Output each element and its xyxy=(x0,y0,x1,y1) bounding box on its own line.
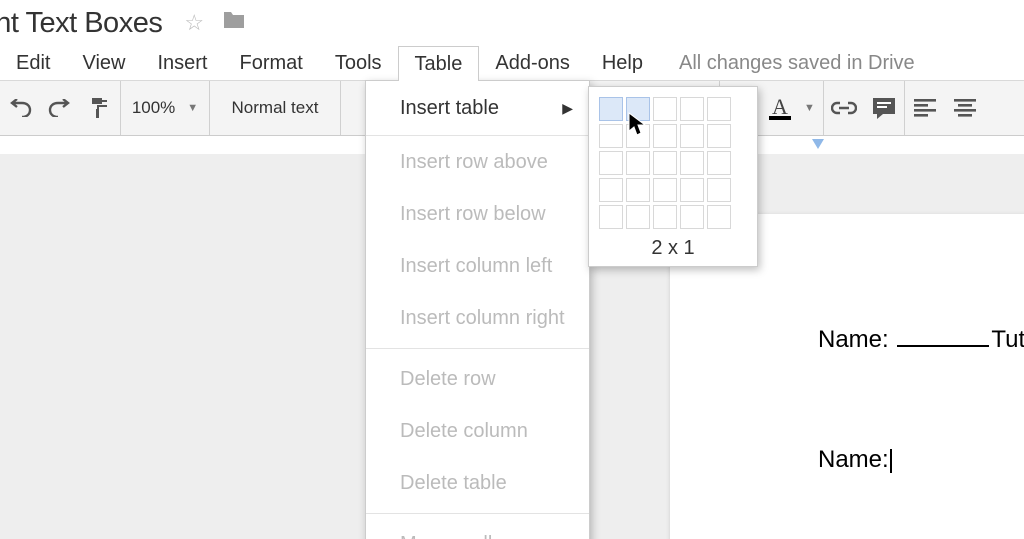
grid-cell[interactable] xyxy=(599,205,623,229)
menu-merge-cells: Merge cells xyxy=(366,518,589,539)
grid-cell[interactable] xyxy=(680,97,704,121)
star-icon[interactable]: ☆ xyxy=(184,10,204,36)
insert-link-button[interactable] xyxy=(824,88,864,128)
toolbar-separator xyxy=(340,81,341,135)
submenu-arrow-icon: ▶ xyxy=(562,100,573,117)
save-status: All changes saved in Drive xyxy=(679,52,915,75)
grid-cell[interactable] xyxy=(653,178,677,202)
grid-cell[interactable] xyxy=(680,151,704,175)
table-size-picker[interactable]: 2 x 1 xyxy=(588,86,758,267)
page-line-1: Name: Tutor xyxy=(818,326,1024,354)
menu-insert-row-below: Insert row below xyxy=(366,188,589,240)
grid-cell[interactable] xyxy=(707,124,731,148)
name-label: Name: xyxy=(818,326,889,353)
menu-delete-column: Delete column xyxy=(366,405,589,457)
menu-insert-col-right: Insert column right xyxy=(366,292,589,344)
menu-format[interactable]: Format xyxy=(224,46,319,80)
menu-tools[interactable]: Tools xyxy=(319,46,398,80)
folder-icon[interactable] xyxy=(222,10,246,36)
menu-insert-table-label: Insert table xyxy=(400,97,499,120)
grid-cell[interactable] xyxy=(626,124,650,148)
menu-separator xyxy=(366,348,589,349)
grid-cell[interactable] xyxy=(653,205,677,229)
title-bar: dent Text Boxes ☆ xyxy=(0,0,1024,46)
tutor-label: Tutor xyxy=(991,326,1024,353)
table-size-label: 2 x 1 xyxy=(599,237,747,260)
grid-cell[interactable] xyxy=(626,151,650,175)
grid-cell[interactable] xyxy=(599,178,623,202)
grid-cell[interactable] xyxy=(626,97,650,121)
grid-cell[interactable] xyxy=(707,151,731,175)
grid-cell[interactable] xyxy=(680,205,704,229)
text-color-button[interactable]: A xyxy=(760,88,800,128)
align-left-button[interactable] xyxy=(905,88,945,128)
menu-table[interactable]: Table xyxy=(398,46,480,81)
chevron-down-icon: ▼ xyxy=(187,102,198,114)
grid-cell[interactable] xyxy=(653,124,677,148)
menu-delete-row: Delete row xyxy=(366,353,589,405)
text-color-glyph: A xyxy=(772,96,788,118)
page-line-2: Name: xyxy=(818,446,892,474)
undo-button[interactable] xyxy=(0,88,40,128)
name-label-2: Name: xyxy=(818,446,889,473)
menu-addons[interactable]: Add-ons xyxy=(479,46,586,80)
indent-marker-icon[interactable] xyxy=(812,139,824,149)
table-size-grid[interactable] xyxy=(599,97,747,229)
grid-cell[interactable] xyxy=(653,97,677,121)
zoom-select[interactable]: 100% ▼ xyxy=(121,98,209,118)
menu-delete-table: Delete table xyxy=(366,457,589,509)
grid-cell[interactable] xyxy=(680,178,704,202)
grid-cell[interactable] xyxy=(680,124,704,148)
blank-line xyxy=(897,345,989,347)
menu-insert-row-above: Insert row above xyxy=(366,136,589,188)
zoom-value: 100% xyxy=(132,98,175,118)
menu-insert-col-left: Insert column left xyxy=(366,240,589,292)
align-center-button[interactable] xyxy=(945,88,985,128)
table-dropdown: Insert table ▶ Insert row above Insert r… xyxy=(365,80,590,539)
chevron-down-icon[interactable]: ▼ xyxy=(804,102,815,114)
grid-cell[interactable] xyxy=(707,205,731,229)
grid-cell[interactable] xyxy=(707,97,731,121)
grid-cell[interactable] xyxy=(599,124,623,148)
menu-edit[interactable]: Edit xyxy=(0,46,66,80)
paragraph-style-value: Normal text xyxy=(232,98,319,118)
grid-cell[interactable] xyxy=(626,178,650,202)
menu-help[interactable]: Help xyxy=(586,46,659,80)
grid-cell[interactable] xyxy=(653,151,677,175)
text-caret-icon xyxy=(890,449,892,473)
menu-insert-table[interactable]: Insert table ▶ xyxy=(366,81,589,136)
menu-insert[interactable]: Insert xyxy=(141,46,223,80)
paragraph-style-select[interactable]: Normal text xyxy=(210,98,340,118)
document-title[interactable]: dent Text Boxes xyxy=(0,7,162,40)
grid-cell[interactable] xyxy=(599,151,623,175)
grid-cell[interactable] xyxy=(707,178,731,202)
insert-comment-button[interactable] xyxy=(864,88,904,128)
grid-cell[interactable] xyxy=(599,97,623,121)
text-color-bar-icon xyxy=(769,116,791,120)
paint-format-button[interactable] xyxy=(80,88,120,128)
grid-cell[interactable] xyxy=(626,205,650,229)
menu-separator xyxy=(366,513,589,514)
redo-button[interactable] xyxy=(40,88,80,128)
menu-bar: Edit View Insert Format Tools Table Add-… xyxy=(0,46,1024,81)
undo-redo-group xyxy=(0,81,120,135)
menu-view[interactable]: View xyxy=(66,46,141,80)
